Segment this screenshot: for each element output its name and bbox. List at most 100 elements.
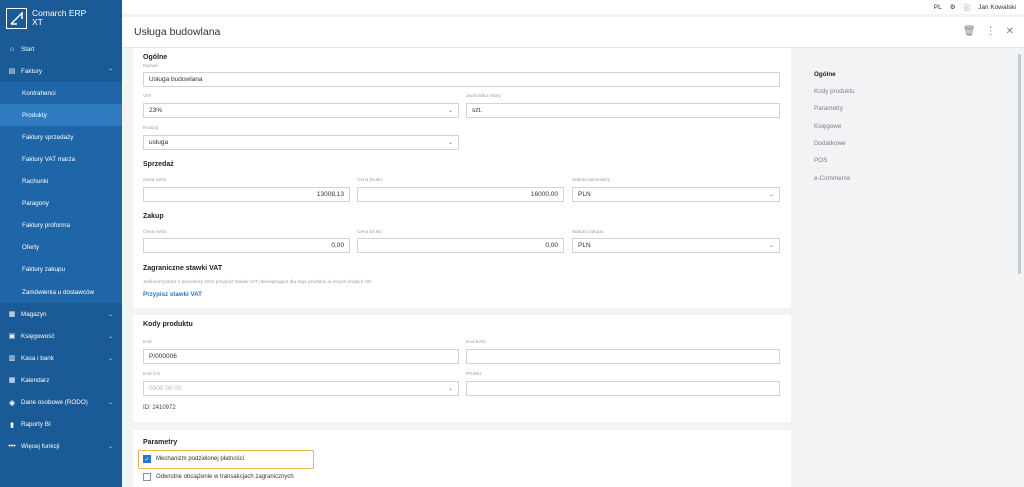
sidebar-item-label: Kalendarz xyxy=(21,376,50,384)
sidebar-item-label: Paragony xyxy=(22,200,49,208)
sidebar-item-label: Kontrahenci xyxy=(22,89,56,97)
sidebar-item-raporty-bi[interactable]: ▮ Raporty BI xyxy=(0,414,122,436)
type-value: usługa xyxy=(149,139,169,146)
name-label: Nazwa xyxy=(143,64,158,69)
section-link-general[interactable]: Ogólne xyxy=(814,71,836,78)
gross-price-label: Cena brutto xyxy=(357,178,383,183)
section-link-accounting[interactable]: Księgowe xyxy=(814,123,841,130)
sidebar-item-faktury-sprzedaży[interactable]: Faktury sprzedaży xyxy=(0,126,122,148)
purchase-title: Zakup xyxy=(143,213,164,220)
sidebar-item-kontrahenci[interactable]: Kontrahenci xyxy=(0,82,122,104)
sidebar-item-label: Raporty BI xyxy=(21,421,51,429)
info-icon[interactable]: ⓘ xyxy=(964,2,971,12)
purchase-currency-value: PLN xyxy=(578,242,591,249)
purchase-currency-select[interactable]: PLN ⌄ xyxy=(572,238,780,253)
pkwiu-field[interactable] xyxy=(466,381,780,396)
cn-select[interactable]: 0000 00 00 ⌄ xyxy=(143,381,459,396)
sidebar-item-label: Faktury xyxy=(21,67,42,75)
unit-field[interactable]: szt. xyxy=(466,103,780,118)
home-icon: ⌂ xyxy=(9,45,15,53)
scrollbar[interactable] xyxy=(1018,48,1022,487)
sidebar-item-magazyn[interactable]: ▦ Magazyn ⌄ xyxy=(0,303,122,325)
split-payment-checkbox[interactable]: ✓ Mechanizm podzielonej płatności xyxy=(143,455,244,463)
sidebar-item-produkty[interactable]: Produkty xyxy=(0,104,122,127)
sidebar-item-faktury[interactable]: ▤ Faktury ⌃ xyxy=(0,60,122,82)
vat-label: VAT xyxy=(143,94,152,99)
vat-select[interactable]: 23% ⌄ xyxy=(143,103,459,118)
checkbox-empty-icon xyxy=(143,473,151,481)
sales-currency-label: Waluta sprzedaży xyxy=(572,178,610,183)
page-title: Usługa budowlana xyxy=(134,26,221,38)
ean-label: Kod EAN xyxy=(466,340,486,345)
general-title: Ogólne xyxy=(143,54,168,61)
unit-label: Jednostka miary xyxy=(466,94,501,99)
code-field[interactable]: P/000006 xyxy=(143,349,459,364)
section-link-ecommerce[interactable]: e-Commerce xyxy=(814,175,850,182)
sidebar-item-label: Księgowość xyxy=(21,332,55,340)
purchase-net-label: Cena netto xyxy=(143,230,167,235)
section-link-codes[interactable]: Kody produktu xyxy=(814,88,855,95)
vat-value: 23% xyxy=(149,107,163,114)
name-field[interactable]: Usługa budowlana xyxy=(143,72,780,87)
section-link-additional[interactable]: Dodatkowe xyxy=(814,140,846,147)
chevron-up-icon: ⌃ xyxy=(107,68,113,75)
sales-currency-select[interactable]: PLN ⌄ xyxy=(572,187,780,202)
purchase-net-field[interactable]: 0,00 xyxy=(143,238,350,253)
sidebar-item-kasa-i-bank[interactable]: ▥ Kasa i bank ⌄ xyxy=(0,347,122,369)
sidebar-item-paragony[interactable]: Paragony xyxy=(0,193,122,215)
sidebar-item-faktury-proforma[interactable]: Faktury proforma xyxy=(0,215,122,237)
purchase-gross-field[interactable]: 0,00 xyxy=(357,238,564,253)
params-card: Parametry ✓ Mechanizm podzielonej płatno… xyxy=(133,430,791,487)
gross-price-field[interactable]: 16000,00 xyxy=(357,187,564,202)
chevron-down-icon: ⌄ xyxy=(107,333,113,340)
sidebar-item-kalendarz[interactable]: ▦ Kalendarz xyxy=(0,369,122,391)
sales-currency-value: PLN xyxy=(578,191,591,198)
more-icon: ••• xyxy=(8,443,16,451)
general-card: Ogólne Nazwa Usługa budowlana VAT 23% ⌄ … xyxy=(133,48,791,308)
sidebar-item-label: Start xyxy=(21,45,35,53)
trash-icon[interactable]: 🗑 xyxy=(963,26,976,37)
type-select[interactable]: usługa ⌄ xyxy=(143,135,459,150)
sidebar: Comarch ERP XT ⌂ Start ▤ Faktury ⌃ Kontrahenc… xyxy=(0,0,122,487)
sales-title: Sprzedaż xyxy=(143,161,174,168)
sidebar-item-oferty[interactable]: Oferty xyxy=(0,237,122,259)
assign-vat-link[interactable]: Przypisz stawki VAT xyxy=(143,291,202,298)
sidebar-item-księgowość[interactable]: ▣ Księgowość ⌄ xyxy=(0,325,122,347)
gear-icon[interactable]: ⚙ xyxy=(950,3,956,11)
section-nav: Ogólne Kody produktu Parametry Księgowe … xyxy=(802,48,1012,487)
section-link-params[interactable]: Parametry xyxy=(814,105,843,112)
close-icon[interactable]: ✕ xyxy=(1006,26,1014,37)
sidebar-item-label: Więcej funkcji xyxy=(21,443,60,451)
sidebar-item-start[interactable]: ⌂ Start xyxy=(0,38,122,60)
cn-label: Kod CN xyxy=(143,372,160,377)
params-title: Parametry xyxy=(143,439,178,446)
sidebar-item-label: Faktury sprzedaży xyxy=(22,133,74,141)
cn-value: 0000 00 00 xyxy=(149,385,182,392)
section-link-pos[interactable]: POS xyxy=(814,157,827,164)
type-label: Rodzaj xyxy=(143,126,158,131)
sidebar-item-rachunki[interactable]: Rachunki xyxy=(0,171,122,193)
reverse-charge-checkbox[interactable]: Odwrotne obciążenie w transakcjach zagra… xyxy=(143,473,294,481)
scrollbar-thumb[interactable] xyxy=(1018,54,1021,274)
chevron-down-icon: ⌄ xyxy=(447,386,453,392)
sidebar-item-więcej-funkcji[interactable]: ••• Więcej funkcji ⌄ xyxy=(0,436,122,458)
pkwiu-label: PKWiU xyxy=(466,372,482,377)
ean-field[interactable] xyxy=(466,349,780,364)
sidebar-item-faktury-zakupu[interactable]: Faktury zakupu xyxy=(0,259,122,281)
net-price-field[interactable]: 13008,13 xyxy=(143,187,350,202)
more-vertical-icon[interactable]: ⋮ xyxy=(986,26,996,37)
language-switch[interactable]: PL xyxy=(934,4,942,11)
net-price-label: Cena netto xyxy=(143,178,167,183)
brand[interactable]: Comarch ERP XT xyxy=(0,0,122,36)
reverse-charge-label: Odwrotne obciążenie w transakcjach zagra… xyxy=(156,474,294,480)
foreign-vat-title: Zagraniczne stawki VAT xyxy=(143,265,223,272)
codes-card: Kody produktu Kod P/000006 Kod EAN Kod C… xyxy=(133,315,791,422)
sidebar-item-faktury-vat-marża[interactable]: Faktury VAT marża xyxy=(0,148,122,170)
sidebar-nav: ⌂ Start ▤ Faktury ⌃ Kontrahenci Produkty Faktur… xyxy=(0,38,122,458)
user-name[interactable]: Jan Kowalski xyxy=(978,4,1016,11)
sidebar-item-zamówienia-u-dostawców[interactable]: Zamówienia u dostawców xyxy=(0,281,122,303)
chevron-down-icon: ⌄ xyxy=(447,140,453,146)
sidebar-item-dane-osobowe-rodo[interactable]: ◉ Dane osobowe (RODO) ⌄ xyxy=(0,392,122,414)
product-id: ID: 2410972 xyxy=(143,405,176,411)
sidebar-item-label: Faktury proforma xyxy=(22,222,70,230)
